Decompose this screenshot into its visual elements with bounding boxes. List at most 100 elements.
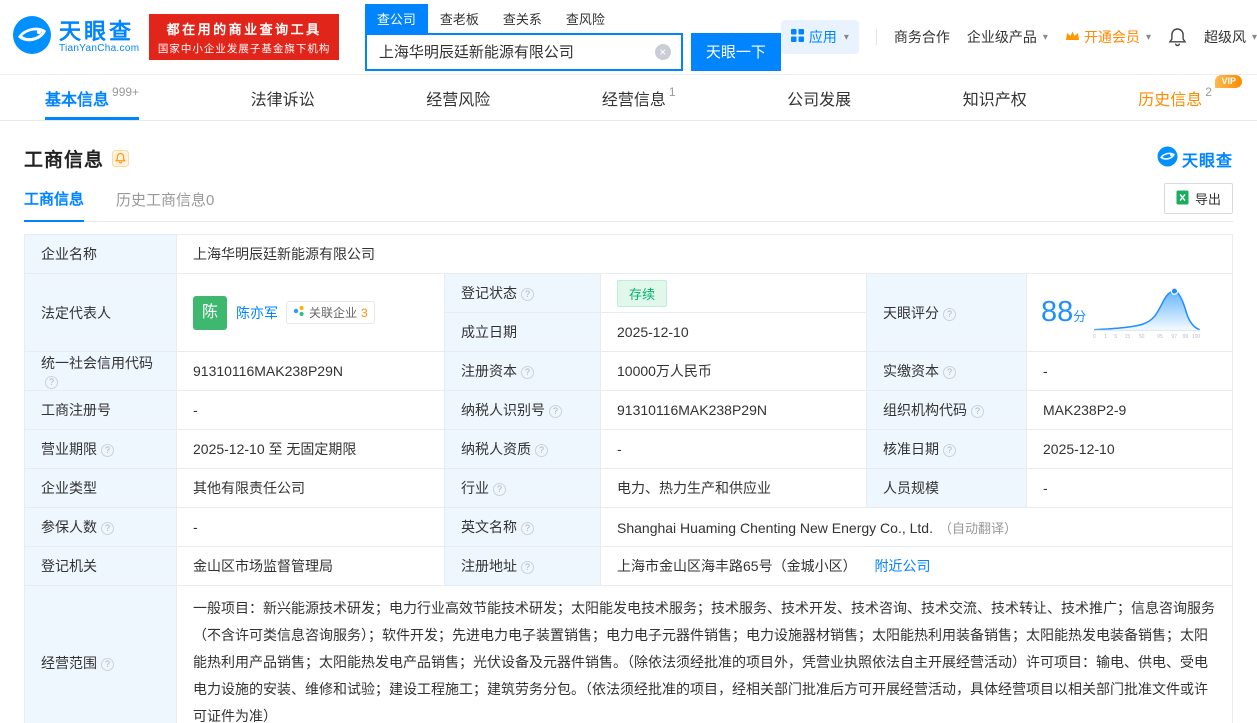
reg-authority-label: 登记机关 bbox=[24, 546, 177, 586]
main-content: 工商信息 天眼查 工商信息 历史工商信息0 导出 企业名称 上海华明辰廷新能源有… bbox=[0, 145, 1257, 723]
svg-text:0: 0 bbox=[1093, 334, 1096, 340]
business-term-label: 营业期限? bbox=[24, 429, 177, 469]
insured-count-label: 参保人数? bbox=[24, 507, 177, 547]
search-button[interactable]: 天眼一下 bbox=[690, 32, 781, 71]
tab-history-info[interactable]: 历史信息 2 VIP bbox=[1138, 75, 1242, 120]
clear-icon[interactable]: × bbox=[654, 43, 671, 60]
business-info-table: 企业名称 上海华明辰廷新能源有限公司 法定代表人 陈 陈亦军 关联企业 3 登记… bbox=[24, 234, 1233, 723]
help-icon[interactable]: ? bbox=[101, 522, 114, 535]
header-menu: 应用 ▾ 商务合作 企业级产品 ▾ 开通会员 ▾ 超级风 ▾ bbox=[780, 20, 1257, 54]
help-icon[interactable]: ? bbox=[521, 366, 534, 379]
table-row: 工商注册号 - 纳税人识别号? 91310116MAK238P29N 组织机构代… bbox=[24, 390, 1233, 430]
menu-super-risk[interactable]: 超级风 ▾ bbox=[1204, 27, 1257, 47]
reg-capital-value: 10000万人民币 bbox=[600, 351, 867, 391]
promo-line1: 都在用的商业查询工具 bbox=[166, 21, 322, 37]
tianyancha-logo[interactable]: 天眼查 TianYanCha.com bbox=[12, 15, 139, 60]
help-icon[interactable]: ? bbox=[101, 444, 114, 457]
taxpayer-id-label: 纳税人识别号? bbox=[444, 390, 601, 430]
score-distribution-chart: 0 1 5 15 50 95 97 99 100 bbox=[1093, 287, 1201, 340]
credit-code-value: 91310116MAK238P29N bbox=[176, 351, 445, 391]
search-input[interactable] bbox=[376, 42, 655, 61]
help-icon[interactable]: ? bbox=[943, 444, 956, 457]
table-row: 营业期限? 2025-12-10 至 无固定期限 纳税人资质? - 核准日期? … bbox=[24, 429, 1233, 469]
help-icon[interactable]: ? bbox=[549, 405, 562, 418]
tab-legal-proceedings[interactable]: 法律诉讼 bbox=[251, 75, 315, 120]
org-code-value: MAK238P2-9 bbox=[1026, 390, 1233, 430]
promo-line2: 国家中小企业发展子基金旗下机构 bbox=[157, 42, 331, 55]
tianyancha-watermark: 天眼查 bbox=[1157, 146, 1233, 172]
menu-cooperation[interactable]: 商务合作 bbox=[894, 27, 950, 47]
page: 天眼查 TianYanCha.com 都在用的商业查询工具 国家中小企业发展子基… bbox=[0, 0, 1257, 723]
chevron-down-icon: ▾ bbox=[1042, 31, 1048, 43]
legal-rep-cell: 陈 陈亦军 关联企业 3 bbox=[176, 273, 445, 352]
taxpayer-qualification-value: - bbox=[600, 429, 867, 469]
business-term-value: 2025-12-10 至 无固定期限 bbox=[176, 429, 445, 469]
legal-rep-avatar[interactable]: 陈 bbox=[193, 295, 227, 330]
nearby-companies-link[interactable]: 附近公司 bbox=[874, 558, 930, 574]
help-icon[interactable]: ? bbox=[45, 376, 58, 389]
table-row: 企业类型 其他有限责任公司 行业? 电力、热力生产和供应业 人员规模 - bbox=[24, 468, 1233, 508]
search-tab-boss[interactable]: 查老板 bbox=[428, 4, 491, 33]
related-companies-icon bbox=[293, 305, 305, 320]
tab-intellectual-property[interactable]: 知识产权 bbox=[963, 75, 1027, 120]
chevron-down-icon: ▾ bbox=[1145, 31, 1151, 43]
auto-translate-note: （自动翻译） bbox=[938, 520, 1017, 536]
export-button[interactable]: 导出 bbox=[1163, 183, 1233, 214]
menu-open-vip[interactable]: 开通会员 ▾ bbox=[1065, 27, 1151, 47]
help-icon[interactable]: ? bbox=[101, 657, 114, 671]
help-icon[interactable]: ? bbox=[943, 366, 956, 379]
company-name-label: 企业名称 bbox=[24, 234, 177, 274]
tab-business-info[interactable]: 经营信息 1 bbox=[602, 75, 676, 120]
related-companies-chip[interactable]: 关联企业 3 bbox=[286, 301, 375, 324]
business-scope-label: 经营范围? bbox=[24, 585, 177, 723]
help-icon[interactable]: ? bbox=[943, 307, 956, 321]
search-tab-relations[interactable]: 查关系 bbox=[491, 4, 554, 33]
help-icon[interactable]: ? bbox=[521, 288, 534, 301]
help-icon[interactable]: ? bbox=[971, 405, 984, 418]
reg-address-label: 注册地址? bbox=[444, 546, 601, 586]
paid-capital-value: - bbox=[1026, 351, 1233, 391]
english-name-label: 英文名称? bbox=[444, 507, 601, 547]
promo-badge: 都在用的商业查询工具 国家中小企业发展子基金旗下机构 bbox=[149, 14, 339, 60]
apps-menu[interactable]: 应用 ▾ bbox=[780, 20, 859, 54]
company-type-value: 其他有限责任公司 bbox=[176, 468, 445, 508]
apps-grid-icon bbox=[790, 29, 804, 45]
approval-date-label: 核准日期? bbox=[866, 429, 1027, 469]
help-icon[interactable]: ? bbox=[493, 483, 506, 496]
tab-company-development[interactable]: 公司发展 bbox=[787, 75, 851, 120]
approval-date-value: 2025-12-10 bbox=[1026, 429, 1233, 469]
search-tab-company[interactable]: 查公司 bbox=[364, 3, 428, 33]
help-icon[interactable]: ? bbox=[535, 444, 548, 457]
search-tab-risk[interactable]: 查风险 bbox=[554, 4, 617, 33]
business-scope-value: 一般项目：新兴能源技术研发；电力行业高效节能技术研发；太阳能发电技术服务；技术服… bbox=[176, 585, 1233, 723]
reg-number-label: 工商注册号 bbox=[24, 390, 177, 430]
menu-enterprise-products[interactable]: 企业级产品 ▾ bbox=[967, 27, 1048, 47]
monitor-bell-icon[interactable] bbox=[112, 150, 130, 167]
tab-business-risk[interactable]: 经营风险 bbox=[426, 75, 490, 120]
tab-basic-info[interactable]: 基本信息 999+ bbox=[45, 75, 140, 120]
establish-date-value: 2025-12-10 bbox=[600, 312, 867, 352]
org-code-label: 组织机构代码? bbox=[866, 390, 1027, 430]
search-tabs: 查公司 查老板 查关系 查风险 bbox=[364, 3, 781, 33]
paid-capital-label: 实缴资本? bbox=[866, 351, 1027, 391]
crown-icon bbox=[1065, 29, 1080, 45]
help-icon[interactable]: ? bbox=[521, 522, 534, 535]
staff-size-label: 人员规模 bbox=[866, 468, 1027, 508]
table-row: 企业名称 上海华明辰廷新能源有限公司 bbox=[24, 234, 1233, 274]
table-row: 经营范围? 一般项目：新兴能源技术研发；电力行业高效节能技术研发；太阳能发电技术… bbox=[24, 585, 1233, 723]
svg-text:99: 99 bbox=[1183, 334, 1189, 340]
reg-authority-value: 金山区市场监督管理局 bbox=[176, 546, 445, 586]
help-icon[interactable]: ? bbox=[521, 561, 534, 574]
notifications-bell-icon[interactable] bbox=[1168, 27, 1187, 47]
svg-text:15: 15 bbox=[1125, 334, 1131, 340]
subtab-business-registration[interactable]: 工商信息 bbox=[24, 188, 85, 222]
score-value: 88 bbox=[1041, 296, 1074, 328]
table-row: 登记机关 金山区市场监督管理局 注册地址? 上海市金山区海丰路65号（金城小区）… bbox=[24, 546, 1233, 586]
reg-capital-label: 注册资本? bbox=[444, 351, 601, 391]
score-cell[interactable]: 88分 0 1 5 15 50 95 97 99 100 bbox=[1026, 273, 1233, 352]
credit-code-label: 统一社会信用代码? bbox=[24, 351, 177, 391]
staff-size-value: - bbox=[1026, 468, 1233, 508]
legal-rep-link[interactable]: 陈亦军 bbox=[236, 303, 278, 323]
subtab-history-registration[interactable]: 历史工商信息0 bbox=[116, 189, 214, 221]
tianyancha-logo-icon bbox=[12, 15, 52, 60]
